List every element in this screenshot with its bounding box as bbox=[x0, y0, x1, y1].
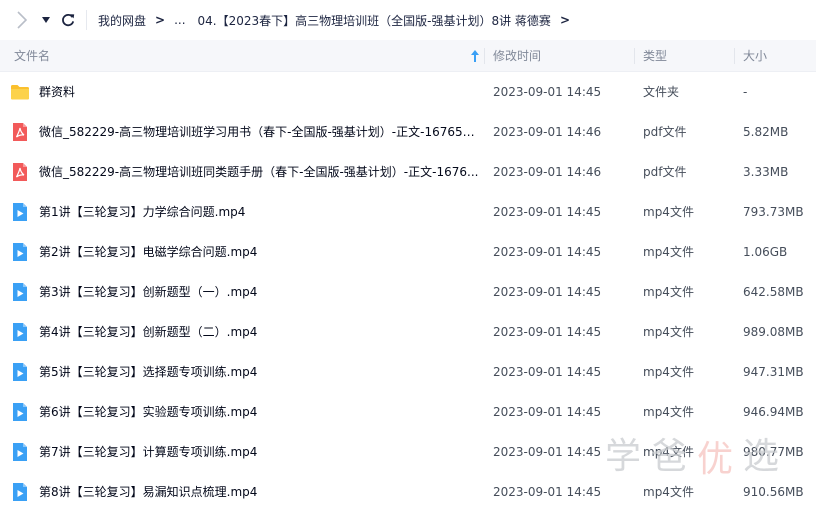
breadcrumb-ellipsis[interactable]: ... bbox=[174, 13, 185, 27]
file-modified: 2023-09-01 14:45 bbox=[493, 325, 602, 339]
file-type: pdf文件 bbox=[643, 165, 687, 179]
file-size: 642.58MB bbox=[743, 285, 804, 299]
file-name: 第8讲【三轮复习】易漏知识点梳理.mp4 bbox=[39, 485, 258, 499]
breadcrumb-separator-icon: > bbox=[559, 13, 570, 27]
file-size: 1.06GB bbox=[743, 245, 788, 259]
video-icon bbox=[13, 363, 27, 381]
column-divider[interactable] bbox=[734, 48, 735, 64]
file-name: 群资料 bbox=[39, 85, 76, 99]
file-modified: 2023-09-01 14:45 bbox=[493, 445, 602, 459]
chevron-right-icon bbox=[17, 11, 27, 29]
file-row[interactable]: 群资料 2023-09-01 14:45 文件夹 - bbox=[0, 72, 816, 112]
file-row[interactable]: 微信_582229-高三物理培训班学习用书（春下-全国版-强基计划）-正文-16… bbox=[0, 112, 816, 152]
file-size: 793.73MB bbox=[743, 205, 804, 219]
file-row[interactable]: 第3讲【三轮复习】创新题型（一）.mp4 2023-09-01 14:45 mp… bbox=[0, 272, 816, 312]
sort-ascending-icon[interactable] bbox=[470, 49, 480, 63]
file-type: mp4文件 bbox=[643, 445, 694, 459]
file-row[interactable]: 第4讲【三轮复习】创新题型（二）.mp4 2023-09-01 14:45 mp… bbox=[0, 312, 816, 352]
file-type: mp4文件 bbox=[643, 285, 694, 299]
toolbar: 我的网盘 > ... 04.【2023春下】高三物理培训班（全国版-强基计划）8… bbox=[0, 0, 816, 40]
file-row[interactable]: 微信_582229-高三物理培训班同类题手册（春下-全国版-强基计划）-正文-1… bbox=[0, 152, 816, 192]
video-icon bbox=[13, 443, 27, 461]
file-row[interactable]: 第8讲【三轮复习】易漏知识点梳理.mp4 2023-09-01 14:45 mp… bbox=[0, 472, 816, 512]
file-size: 5.82MB bbox=[743, 125, 789, 139]
refresh-icon bbox=[62, 14, 75, 27]
video-icon bbox=[13, 403, 27, 421]
file-type: 文件夹 bbox=[643, 85, 680, 99]
file-list-header: 文件名 修改时间 类型 大小 bbox=[0, 40, 816, 72]
video-icon bbox=[13, 203, 27, 221]
file-type: mp4文件 bbox=[643, 245, 694, 259]
pdf-icon bbox=[13, 163, 27, 181]
file-modified: 2023-09-01 14:45 bbox=[493, 245, 602, 259]
column-header-name[interactable]: 文件名 bbox=[14, 40, 50, 72]
file-name: 第5讲【三轮复习】选择题专项训练.mp4 bbox=[39, 365, 258, 379]
file-modified: 2023-09-01 14:45 bbox=[493, 485, 602, 499]
video-icon bbox=[13, 243, 27, 261]
file-row[interactable]: 第6讲【三轮复习】实验题专项训练.mp4 2023-09-01 14:45 mp… bbox=[0, 392, 816, 432]
folder-icon bbox=[11, 85, 29, 100]
breadcrumb-current[interactable]: 04.【2023春下】高三物理培训班（全国版-强基计划）8讲 蒋德赛 bbox=[198, 12, 551, 29]
file-modified: 2023-09-01 14:45 bbox=[493, 205, 602, 219]
file-modified: 2023-09-01 14:45 bbox=[493, 405, 602, 419]
file-name: 第4讲【三轮复习】创新题型（二）.mp4 bbox=[39, 325, 258, 339]
file-size: 989.08MB bbox=[743, 325, 804, 339]
toolbar-divider bbox=[86, 10, 87, 30]
file-modified: 2023-09-01 14:45 bbox=[493, 285, 602, 299]
breadcrumb-root[interactable]: 我的网盘 bbox=[98, 12, 146, 29]
column-header-modified[interactable]: 修改时间 bbox=[493, 40, 541, 72]
file-name: 第6讲【三轮复习】实验题专项训练.mp4 bbox=[39, 405, 258, 419]
file-name: 第1讲【三轮复习】力学综合问题.mp4 bbox=[39, 205, 246, 219]
file-name: 微信_582229-高三物理培训班学习用书（春下-全国版-强基计划）-正文-16… bbox=[39, 125, 479, 139]
file-type: mp4文件 bbox=[643, 485, 694, 499]
file-name: 第3讲【三轮复习】创新题型（一）.mp4 bbox=[39, 285, 258, 299]
file-type: mp4文件 bbox=[643, 205, 694, 219]
caret-down-icon bbox=[42, 17, 50, 23]
file-size: 947.31MB bbox=[743, 365, 804, 379]
file-type: mp4文件 bbox=[643, 325, 694, 339]
breadcrumb: 我的网盘 > ... 04.【2023春下】高三物理培训班（全国版-强基计划）8… bbox=[98, 12, 579, 28]
file-size: 946.94MB bbox=[743, 405, 804, 419]
pdf-icon bbox=[13, 123, 27, 141]
file-modified: 2023-09-01 14:45 bbox=[493, 365, 602, 379]
file-type: mp4文件 bbox=[643, 365, 694, 379]
file-size: - bbox=[743, 85, 748, 99]
column-divider[interactable] bbox=[484, 48, 485, 64]
file-size: 980.77MB bbox=[743, 445, 804, 459]
file-size: 3.33MB bbox=[743, 165, 789, 179]
history-dropdown-button[interactable] bbox=[40, 14, 52, 26]
refresh-button[interactable] bbox=[60, 12, 76, 28]
file-row[interactable]: 第7讲【三轮复习】计算题专项训练.mp4 2023-09-01 14:45 mp… bbox=[0, 432, 816, 472]
file-type: mp4文件 bbox=[643, 405, 694, 419]
video-icon bbox=[13, 483, 27, 501]
back-button[interactable] bbox=[14, 10, 30, 30]
video-icon bbox=[13, 283, 27, 301]
file-size: 910.56MB bbox=[743, 485, 804, 499]
file-row[interactable]: 第2讲【三轮复习】电磁学综合问题.mp4 2023-09-01 14:45 mp… bbox=[0, 232, 816, 272]
file-type: pdf文件 bbox=[643, 125, 687, 139]
file-name: 第7讲【三轮复习】计算题专项训练.mp4 bbox=[39, 445, 258, 459]
file-modified: 2023-09-01 14:46 bbox=[493, 125, 602, 139]
file-name: 第2讲【三轮复习】电磁学综合问题.mp4 bbox=[39, 245, 258, 259]
column-header-size[interactable]: 大小 bbox=[743, 40, 767, 72]
file-modified: 2023-09-01 14:46 bbox=[493, 165, 602, 179]
file-row[interactable]: 第5讲【三轮复习】选择题专项训练.mp4 2023-09-01 14:45 mp… bbox=[0, 352, 816, 392]
file-row[interactable]: 第1讲【三轮复习】力学综合问题.mp4 2023-09-01 14:45 mp4… bbox=[0, 192, 816, 232]
column-header-type[interactable]: 类型 bbox=[643, 40, 667, 72]
file-name: 微信_582229-高三物理培训班同类题手册（春下-全国版-强基计划）-正文-1… bbox=[39, 165, 479, 179]
file-modified: 2023-09-01 14:45 bbox=[493, 85, 602, 99]
column-divider[interactable] bbox=[634, 48, 635, 64]
video-icon bbox=[13, 323, 27, 341]
breadcrumb-separator-icon: > bbox=[155, 13, 166, 27]
